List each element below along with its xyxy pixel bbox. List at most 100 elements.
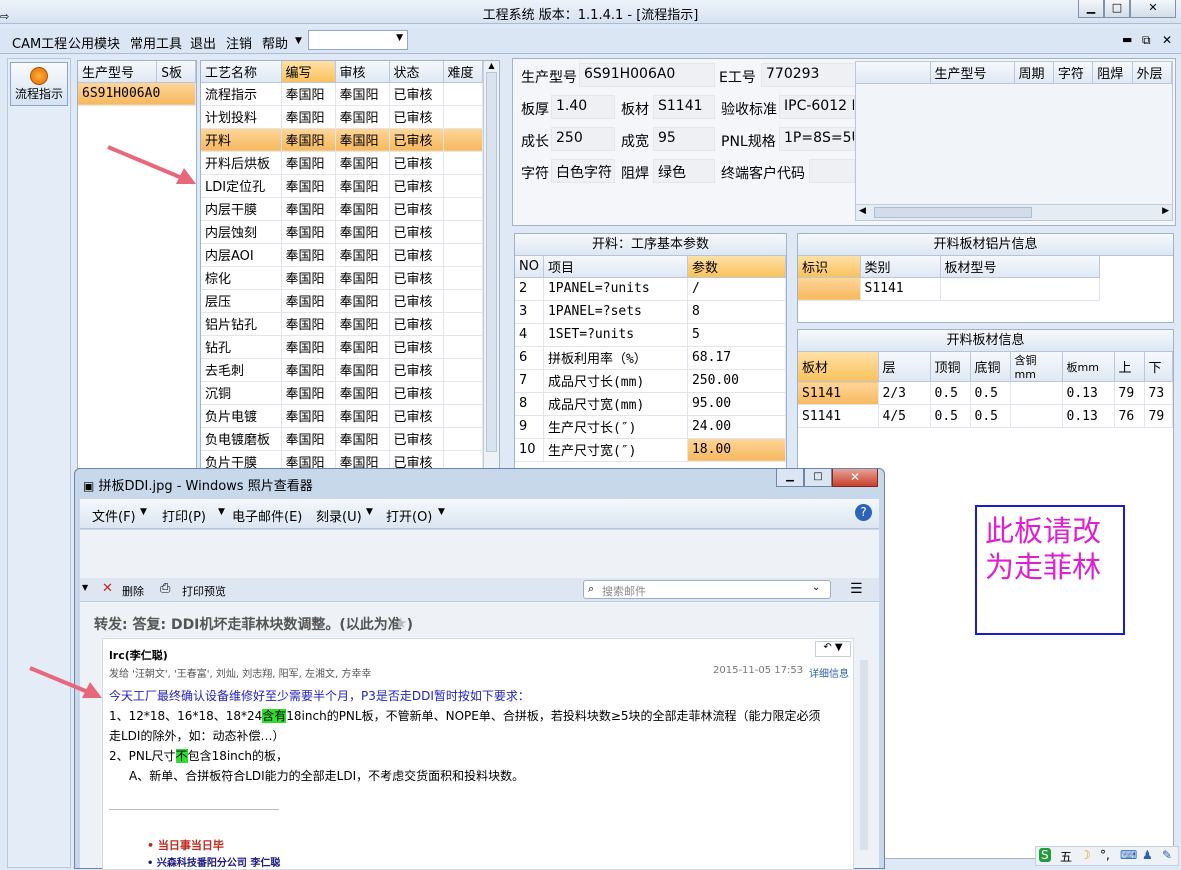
process-cell[interactable]: 奉国阳 [335,128,390,152]
param-row[interactable]: 2 1PANEL=?units / [515,277,786,301]
sheet-cell[interactable]: 0.5 [970,404,1011,428]
toolbar-combo[interactable]: ▼ [308,30,408,50]
col-rg-outer[interactable]: 外层 [1132,62,1173,84]
process-row[interactable]: 开料后烘板 奉国阳 奉国阳 已审核 [201,151,483,175]
process-cell[interactable] [443,82,483,106]
process-cell[interactable] [443,358,483,382]
menu-tools[interactable]: 常用工具 [130,33,182,52]
process-cell[interactable]: 奉国阳 [335,105,390,129]
process-cell[interactable]: 奉国阳 [335,381,390,405]
process-cell[interactable] [443,266,483,290]
process-cell[interactable]: 开料后烘板 [201,151,282,175]
param-cell[interactable]: 9 [515,415,544,439]
sheet-cell[interactable]: 0.13 [1062,381,1115,405]
process-cell[interactable]: 沉铜 [201,381,282,405]
thick-value[interactable]: 1.40 [551,95,615,119]
param-cell[interactable]: 生产尺寸长(″) [543,415,688,439]
mask-value[interactable]: 绿色 [653,159,715,183]
process-cell[interactable]: 内层干膜 [201,197,282,221]
mdi-restore-icon[interactable]: ⧉ [1142,33,1151,48]
param-cell[interactable]: 5 [687,323,786,347]
process-cell[interactable] [443,128,483,152]
process-row[interactable]: 内层蚀刻 奉国阳 奉国阳 已审核 [201,220,483,244]
process-cell[interactable] [443,197,483,221]
viewer-max-button[interactable]: □ [804,469,832,487]
col-alu-model[interactable]: 板材型号 [940,256,1100,278]
process-cell[interactable]: 已审核 [389,404,444,428]
mail-details-link[interactable]: 详细信息 [809,665,849,680]
sheet-cell[interactable]: 79 [1114,381,1145,405]
process-cell[interactable]: 已审核 [389,128,444,152]
col-top-cu[interactable]: 顶铜 [930,352,971,382]
char-value[interactable]: 白色字符 [551,159,615,183]
col-rg-period[interactable]: 周期 [1014,62,1054,84]
param-cell[interactable]: 68.17 [687,346,786,370]
col-layer[interactable]: 层 [878,352,931,382]
process-cell[interactable]: 奉国阳 [281,105,336,129]
product-value[interactable]: 6S91H006A0 [579,63,715,87]
process-cell[interactable]: 奉国阳 [281,174,336,198]
keyboard-icon[interactable]: ⌨ [1120,848,1137,862]
menu-cam[interactable]: CAM工程 [12,33,67,52]
process-cell[interactable] [443,427,483,451]
process-row[interactable]: 开料 奉国阳 奉国阳 已审核 [201,128,483,152]
param-cell[interactable]: 4 [515,323,544,347]
col-product[interactable]: 生产型号 [78,61,158,83]
param-cell[interactable]: 8 [687,300,786,324]
col-status[interactable]: 状态 [389,61,444,83]
col-rg-mask[interactable]: 阻焊 [1092,62,1133,84]
process-cell[interactable]: 奉国阳 [335,174,390,198]
sheet-cell[interactable]: S1141 [798,404,879,428]
scroll-left-icon[interactable]: ◀ [859,206,866,216]
col-up[interactable]: 上 [1114,352,1145,382]
sheet-cell[interactable]: 0.13 [1062,404,1115,428]
scroll-thumb[interactable] [486,72,497,452]
process-cell[interactable] [443,381,483,405]
process-cell[interactable]: 计划投料 [201,105,282,129]
process-cell[interactable]: 已审核 [389,427,444,451]
viewer-menu-print[interactable]: 打印(P) [162,506,206,525]
process-cell[interactable]: 已审核 [389,105,444,129]
menu-logout[interactable]: 注销 [226,33,252,52]
col-difficulty[interactable]: 难度 [443,61,483,83]
process-cell[interactable]: 奉国阳 [335,197,390,221]
col-board-mm[interactable]: 板mm [1062,352,1115,382]
process-cell[interactable]: 已审核 [389,381,444,405]
process-cell[interactable]: 奉国阳 [335,243,390,267]
scroll-up-icon[interactable]: ▲ [484,61,499,70]
param-row[interactable]: 10 生产尺寸宽(″) 18.00 [515,438,786,462]
close-button[interactable]: ✕ [1130,0,1176,18]
moon-icon[interactable]: ☽ [1080,848,1091,862]
process-cell[interactable]: 已审核 [389,289,444,313]
col-sheet[interactable]: 板材 [798,352,879,382]
h-scroll-thumb[interactable] [874,207,1032,218]
param-row[interactable]: 6 拼板利用率（%） 68.17 [515,346,786,370]
viewer-menu-open[interactable]: 打开(O) [386,506,432,525]
process-cell[interactable]: 奉国阳 [335,266,390,290]
viewer-close-button[interactable]: ✕ [832,469,878,487]
maximize-button[interactable]: □ [1104,0,1130,18]
process-cell[interactable]: 奉国阳 [281,151,336,175]
process-cell[interactable]: 开料 [201,128,282,152]
process-cell[interactable]: 奉国阳 [281,358,336,382]
param-cell[interactable]: 1PANEL=?sets [543,300,688,324]
process-cell[interactable]: 已审核 [389,243,444,267]
mail-delete-button[interactable]: 删除 [122,583,144,599]
process-cell[interactable]: 铝片钻孔 [201,312,282,336]
param-cell[interactable]: 6 [515,346,544,370]
sheet-cell[interactable] [1010,381,1063,405]
process-row[interactable]: 铝片钻孔 奉国阳 奉国阳 已审核 [201,312,483,336]
param-cell[interactable]: 成品尺寸宽(mm) [543,392,688,416]
param-cell[interactable]: 1SET=?units [543,323,688,347]
viewer-menu-burn[interactable]: 刻录(U) [316,506,362,525]
col-reviewer[interactable]: 审核 [335,61,390,83]
sheet-cell[interactable] [1010,404,1063,428]
process-cell[interactable]: LDI定位孔 [201,174,282,198]
param-cell[interactable]: 18.00 [687,438,786,462]
process-row[interactable]: 钻孔 奉国阳 奉国阳 已审核 [201,335,483,359]
process-cell[interactable]: 奉国阳 [335,289,390,313]
process-cell[interactable]: 已审核 [389,266,444,290]
process-row[interactable]: 内层干膜 奉国阳 奉国阳 已审核 [201,197,483,221]
mail-scrollbar[interactable] [860,660,868,850]
menu-exit[interactable]: 退出 [190,33,216,52]
